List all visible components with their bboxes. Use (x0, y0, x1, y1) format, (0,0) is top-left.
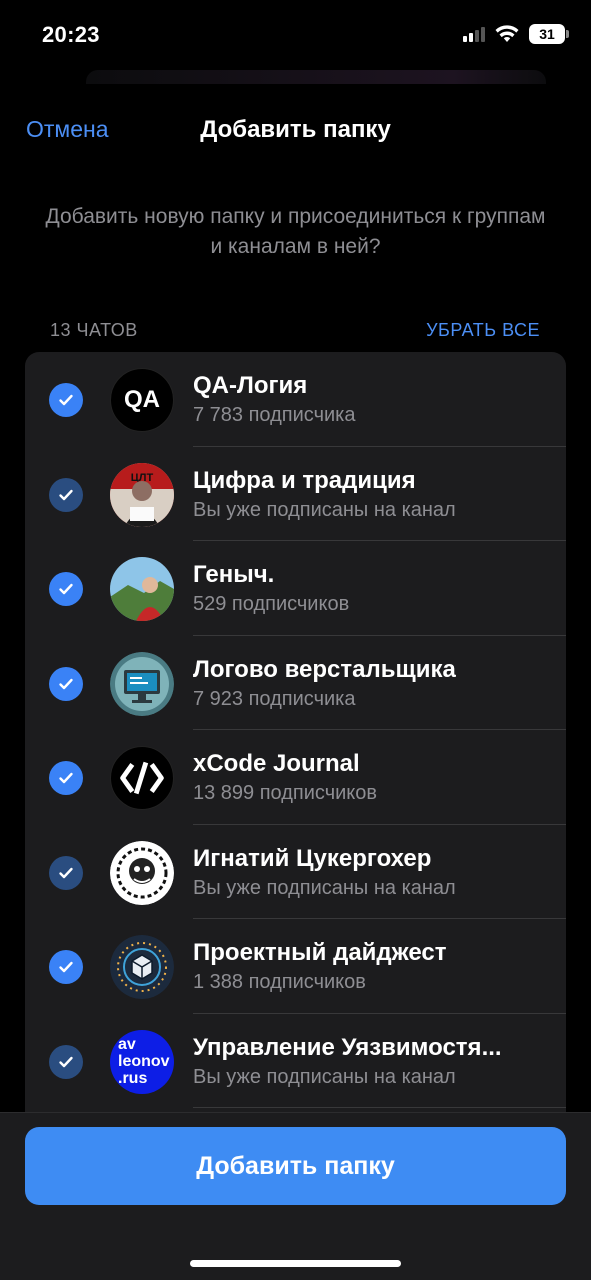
battery-level: 31 (539, 26, 555, 42)
checkbox-checked-icon[interactable] (49, 1044, 83, 1079)
chat-subtitle: Вы уже подписаны на канал (193, 498, 456, 521)
chat-row-ignatiy-tsukergokher[interactable]: Игнатий Цукергохер Вы уже подписаны на к… (25, 825, 566, 919)
illustration-avatar-icon (110, 840, 174, 905)
avatar (110, 651, 174, 716)
remove-all-button[interactable]: УБРАТЬ ВСЕ (426, 320, 540, 341)
cellular-signal-icon (463, 26, 485, 42)
chat-row-xcode-journal[interactable]: xCode Journal 13 899 подписчиков (25, 730, 566, 825)
network-cube-icon (110, 935, 174, 999)
folder-description: Добавить новую папку и присоединиться к … (45, 205, 546, 258)
chat-title: Логово верстальщика (193, 655, 456, 683)
avatar (110, 840, 174, 905)
page-title-text: Добавить папку (200, 116, 391, 143)
wifi-icon (495, 25, 519, 42)
chat-row-qa-logiya[interactable]: QA QA-Логия 7 783 подписчика (25, 352, 566, 447)
status-icons: 31 (463, 24, 569, 44)
chat-subtitle: Вы уже подписаны на канал (193, 876, 456, 899)
monitor-icon (110, 651, 174, 716)
checkbox-checked-icon[interactable] (49, 477, 83, 512)
person-photo-icon: ЦЛТ (110, 462, 174, 527)
chats-section-header: 13 ЧАТОВ УБРАТЬ ВСЕ (50, 318, 540, 346)
avatar (110, 746, 174, 810)
checkbox-checked-icon[interactable] (49, 950, 83, 984)
avatar (110, 935, 174, 999)
chats-count-label: 13 ЧАТОВ (50, 320, 138, 340)
avatar: ЦЛТ (110, 462, 174, 527)
chat-list: QA QA-Логия 7 783 подписчика ЦЛТ Цифра и… (25, 352, 566, 1112)
chat-title: Геныч. (193, 561, 275, 588)
chat-subtitle: 1 388 подписчиков (193, 971, 366, 993)
chat-subtitle: 13 899 подписчиков (193, 782, 378, 804)
chat-subtitle: 7 923 подписчика (193, 687, 356, 710)
bottom-bar: Добавить папку (0, 1112, 591, 1280)
background-sheet-edge (86, 70, 546, 84)
chat-subtitle: Вы уже подписаны на канал (193, 1065, 456, 1088)
status-time: 20:23 (42, 22, 100, 47)
chat-title: Игнатий Цукергохер (193, 844, 432, 872)
checkbox-checked-icon[interactable] (49, 761, 83, 795)
nav-bar: Отмена Добавить папку (0, 100, 591, 160)
avatar: av leonov .rus (110, 1029, 174, 1094)
avatar-text-line: .rus (118, 1070, 148, 1087)
avatar-text-line: av (118, 1036, 136, 1053)
chat-title: Проектный дайджест (193, 939, 447, 966)
chat-subtitle: 7 783 подписчика (193, 404, 356, 426)
chat-title: Цифра и традиция (193, 466, 416, 494)
divider (193, 1107, 566, 1108)
chat-row-tsifra-i-traditsiya[interactable]: ЦЛТ Цифра и традиция Вы уже подписаны на… (25, 447, 566, 541)
xcode-logo-icon (120, 761, 164, 795)
chat-title: xCode Journal (193, 750, 360, 777)
battery-icon: 31 (529, 24, 569, 44)
avatar-text-line: leonov (118, 1053, 170, 1070)
chat-row-upravlenie-uyazvimostyami[interactable]: av leonov .rus Управление Уязвимостя... … (25, 1014, 566, 1108)
chat-title: Управление Уязвимостя... (193, 1033, 502, 1061)
avatar-text: QA (124, 386, 160, 413)
checkbox-checked-icon[interactable] (49, 383, 83, 417)
avatar (110, 557, 174, 621)
checkbox-checked-icon[interactable] (49, 572, 83, 606)
chat-row-logovo-verstalshchika[interactable]: Логово верстальщика 7 923 подписчика (25, 636, 566, 730)
chat-row-genych[interactable]: Геныч. 529 подписчиков (25, 541, 566, 636)
checkbox-checked-icon[interactable] (49, 855, 83, 890)
avatar: QA (110, 368, 174, 432)
chat-subtitle: 529 подписчиков (193, 593, 350, 615)
chat-title: QA-Логия (193, 372, 308, 399)
page-title: Добавить папку (0, 116, 591, 144)
status-bar: 20:23 31 (0, 0, 591, 70)
chat-row-proektny-daydzhest[interactable]: Проектный дайджест 1 388 подписчиков (25, 919, 566, 1014)
home-indicator (190, 1260, 401, 1267)
person-photo-icon (110, 557, 174, 621)
checkbox-checked-icon[interactable] (49, 666, 83, 701)
add-folder-button[interactable]: Добавить папку (25, 1127, 566, 1205)
